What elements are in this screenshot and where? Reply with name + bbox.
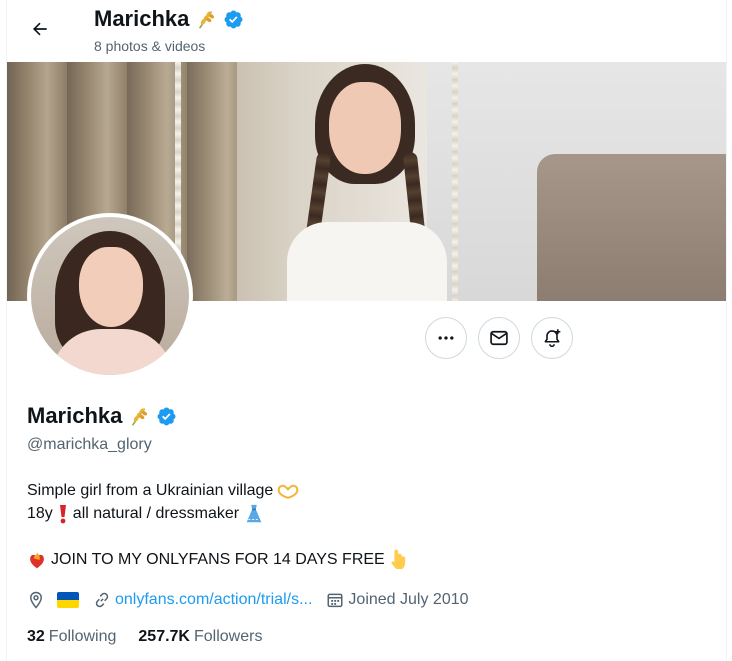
arrow-left-icon — [32, 22, 47, 36]
calendar-icon — [327, 593, 343, 608]
joined-date: Joined July 2010 — [348, 591, 469, 608]
header-title: Marichka — [94, 6, 190, 31]
profile-name-row: Marichka — [27, 401, 177, 431]
bio-line-1: Simple girl from a Ukrainian village — [27, 479, 411, 502]
profile-name: Marichka — [27, 403, 123, 428]
verified-badge-icon[interactable] — [156, 406, 177, 427]
location-item — [27, 591, 79, 609]
avatar[interactable] — [27, 213, 193, 379]
heart-hands-emoji — [277, 482, 299, 500]
ukraine-flag — [57, 592, 79, 608]
profile-handle: @marichka_glory — [27, 436, 152, 453]
dress-emoji — [243, 503, 265, 525]
joined-item: Joined July 2010 — [326, 591, 469, 609]
header-subtitle: 8 photos & videos — [94, 38, 206, 54]
following-count: 32 — [27, 628, 45, 645]
profile-bio: Simple girl from a Ukrainian village 18y… — [27, 479, 411, 571]
followers-label: Followers — [193, 628, 263, 645]
website-link[interactable]: onlyfans.com/action/trial/s... — [115, 591, 312, 609]
followers-count: 257.7K — [138, 628, 190, 645]
website-item[interactable]: onlyfans.com/action/trial/s... — [93, 591, 312, 609]
bell-plus-icon — [544, 329, 561, 348]
profile-header: Marichka 8 photos & videos — [7, 0, 726, 62]
ellipsis-icon — [438, 336, 454, 340]
heart-on-fire-emoji — [27, 550, 47, 570]
bio-line-2: 18y all natural / dressmaker — [27, 502, 411, 525]
back-button[interactable] — [23, 12, 57, 46]
following-link[interactable]: 32 Following — [27, 628, 116, 646]
location-pin-icon — [29, 591, 43, 609]
profile-meta: onlyfans.com/action/trial/s... Joined Ju… — [27, 588, 483, 612]
exclamation-emoji — [57, 504, 69, 524]
pointing-down-emoji — [389, 549, 407, 571]
more-button[interactable] — [425, 317, 467, 359]
header-title-row: Marichka — [94, 5, 244, 33]
profile-page: Marichka 8 photos & videos Marichka @mar… — [6, 0, 727, 661]
follow-stats: 32 Following 257.7K Followers — [27, 626, 284, 648]
verified-badge-icon — [223, 9, 244, 30]
wheat-emoji — [195, 8, 217, 30]
link-icon — [95, 592, 109, 608]
message-button[interactable] — [478, 317, 520, 359]
followers-link[interactable]: 257.7K Followers — [138, 628, 262, 646]
avatar-image — [31, 217, 189, 375]
wheat-emoji — [128, 405, 150, 427]
notify-button[interactable] — [531, 317, 573, 359]
bio-line-3: JOIN TO MY ONLYFANS FOR 14 DAYS FREE — [27, 548, 411, 571]
envelope-icon — [490, 330, 508, 346]
following-label: Following — [48, 628, 117, 645]
